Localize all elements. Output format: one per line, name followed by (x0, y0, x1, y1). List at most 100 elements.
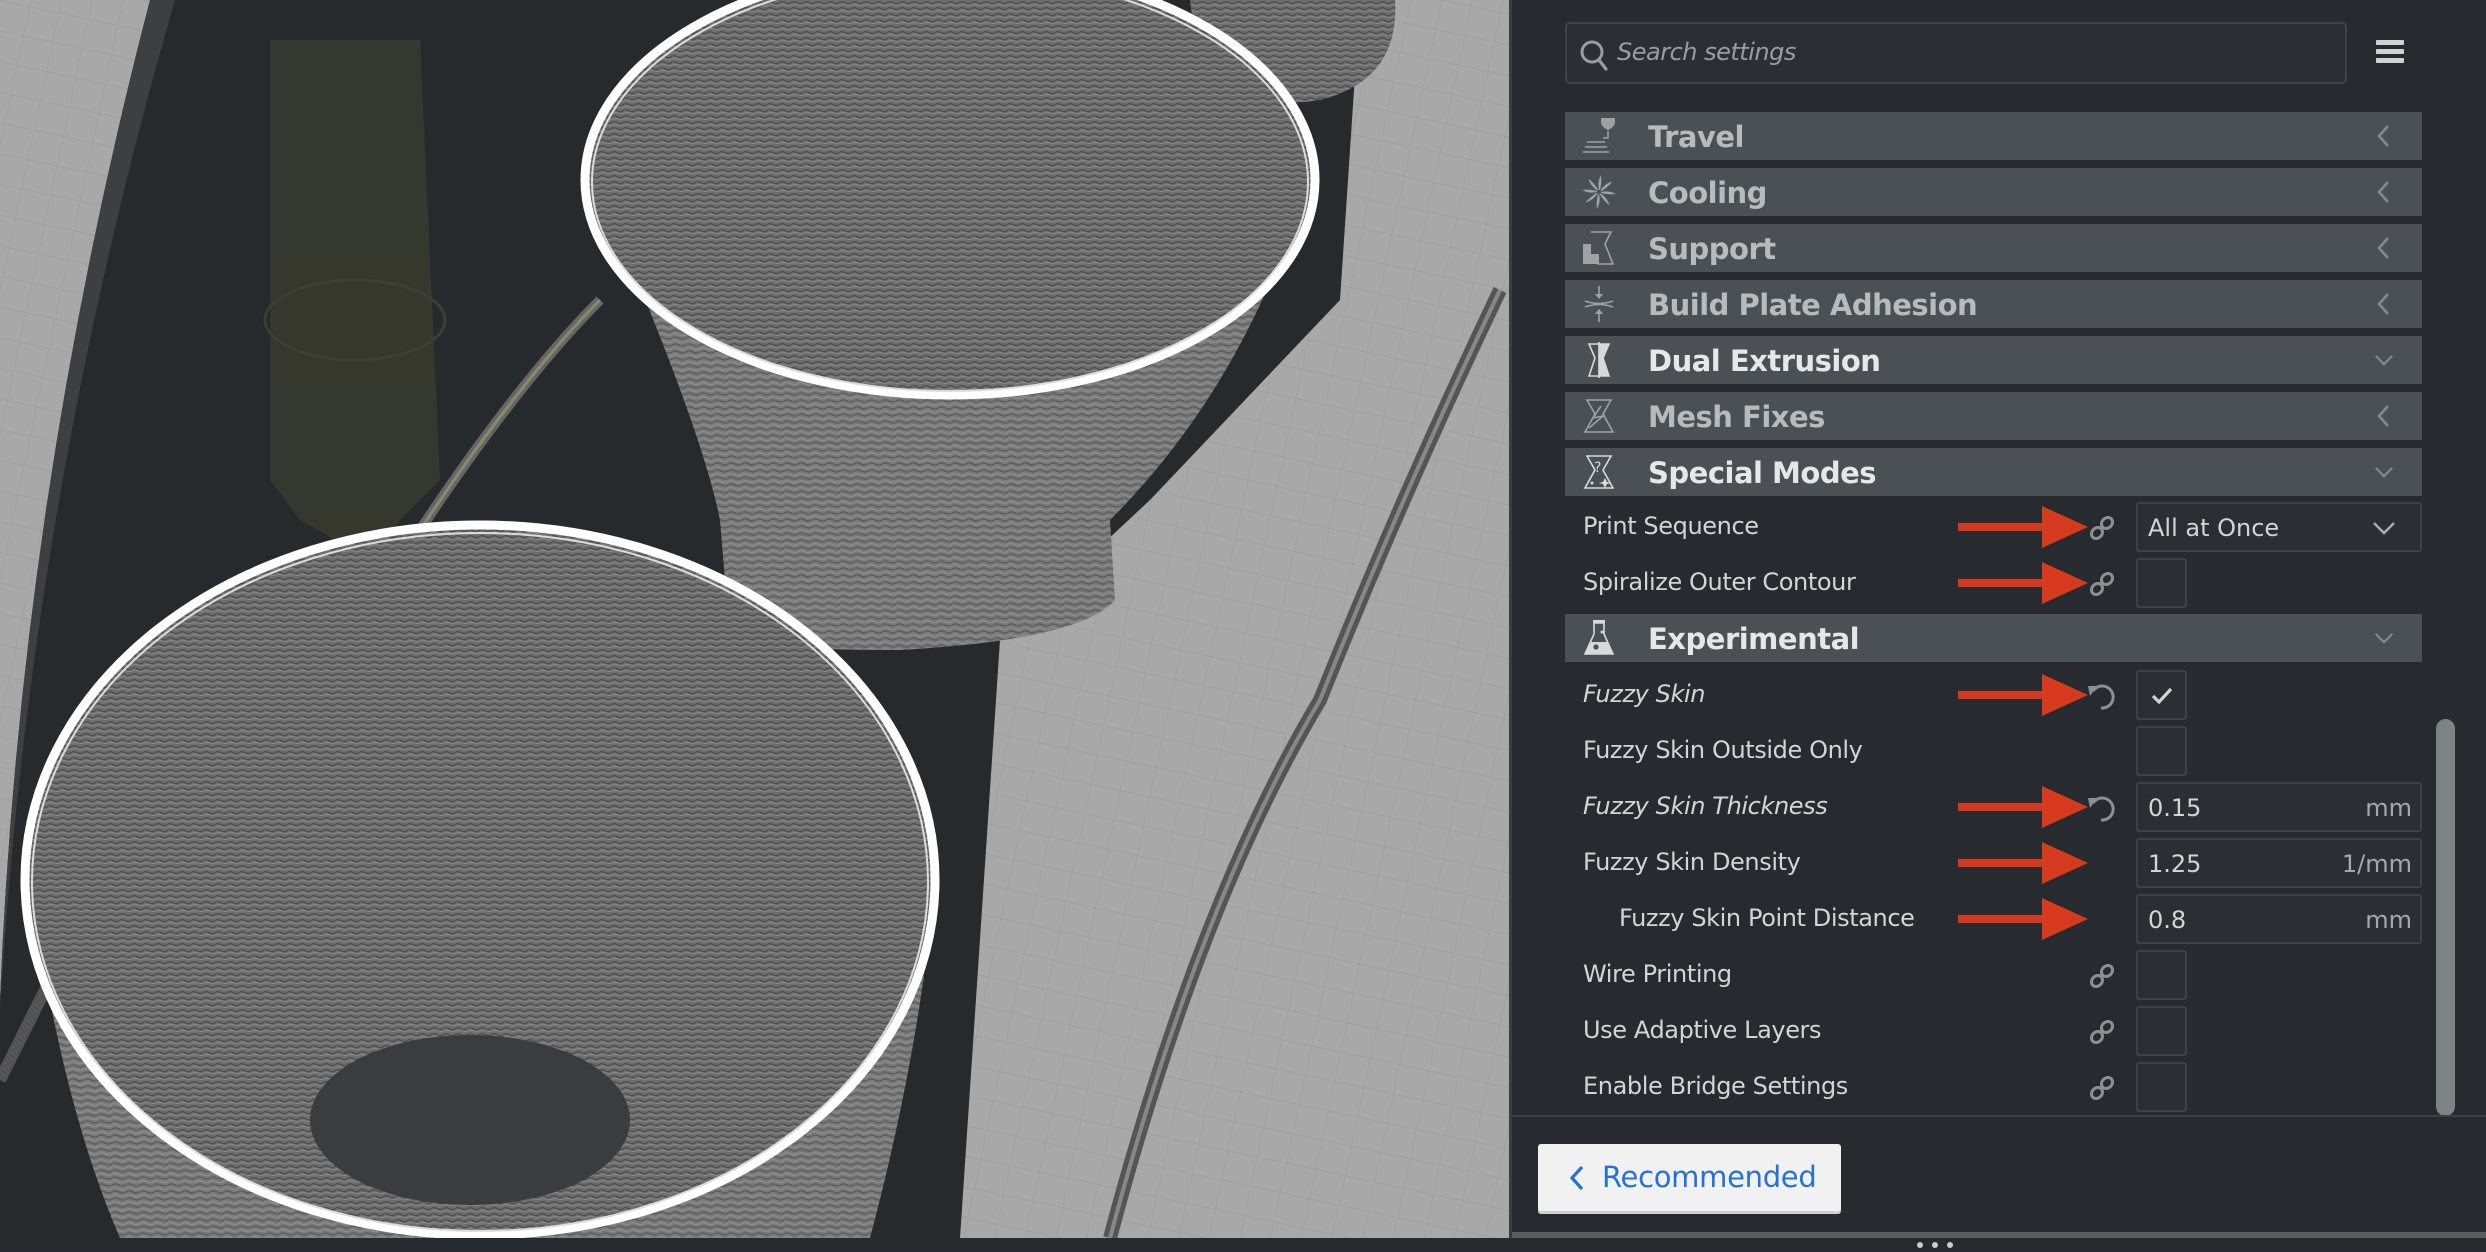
annotation-arrow (1958, 562, 2088, 604)
recommended-label: Recommended (1602, 1160, 1817, 1194)
settings-scrollbar[interactable] (2436, 719, 2455, 1116)
spiralize-checkbox[interactable] (2136, 558, 2187, 608)
support-icon (1583, 231, 1615, 265)
setting-fuzzy-skin: Fuzzy Skin (1565, 670, 2422, 720)
link-icon[interactable] (2087, 569, 2117, 599)
section-title: Travel (1648, 120, 1744, 154)
chevron-down-icon (2373, 522, 2395, 535)
setting-label: Fuzzy Skin Density (1583, 848, 1801, 876)
annotation-arrow (1958, 898, 2088, 940)
setting-print-sequence: Print Sequence All at Once (1565, 502, 2422, 552)
adaptive-layers-checkbox[interactable] (2136, 1006, 2187, 1056)
setting-use-adaptive-layers: Use Adaptive Layers (1565, 1006, 2422, 1056)
fuzzy-outside-only-checkbox[interactable] (2136, 726, 2187, 776)
chevron-down-icon (2374, 633, 2394, 644)
setting-enable-bridge-settings: Enable Bridge Settings (1565, 1062, 2422, 1112)
annotation-arrow (1958, 674, 2088, 716)
reset-icon[interactable] (2087, 681, 2117, 711)
footer-divider (1512, 1115, 2486, 1117)
section-build-plate-adhesion[interactable]: Build Plate Adhesion (1565, 280, 2422, 328)
dropdown-value: All at Once (2148, 514, 2280, 542)
setting-fuzzy-skin-density: Fuzzy Skin Density 1.25 1/mm (1565, 838, 2422, 888)
print-settings-panel: Search settings Travel Cooling Support B… (1509, 0, 2486, 1248)
section-title: Mesh Fixes (1648, 400, 1825, 434)
section-support[interactable]: Support (1565, 224, 2422, 272)
drag-handle-icon[interactable] (1917, 1233, 1977, 1248)
chevron-left-icon (1569, 1165, 1584, 1191)
section-special-modes[interactable]: ? Special Modes (1565, 448, 2422, 496)
adhesion-icon (1584, 286, 1614, 322)
search-settings-input[interactable]: Search settings (1565, 22, 2347, 84)
search-placeholder: Search settings (1617, 38, 1796, 66)
input-unit: 1/mm (2341, 850, 2412, 878)
chevron-left-icon (2377, 125, 2389, 147)
section-title: Build Plate Adhesion (1648, 288, 1978, 322)
input-value: 0.15 (2148, 794, 2202, 822)
setting-label: Wire Printing (1583, 960, 1732, 988)
setting-fuzzy-skin-outside-only: Fuzzy Skin Outside Only (1565, 726, 2422, 776)
setting-label: Spiralize Outer Contour (1583, 568, 1856, 596)
link-icon[interactable] (2087, 513, 2117, 543)
fuzzy-point-distance-input[interactable]: 0.8 mm (2136, 894, 2422, 944)
link-icon[interactable] (2087, 1073, 2117, 1103)
setting-label: Fuzzy Skin (1583, 680, 1706, 708)
setting-spiralize-outer-contour: Spiralize Outer Contour (1565, 558, 2422, 608)
mesh-fixes-icon (1583, 399, 1615, 433)
chevron-down-icon (2374, 467, 2394, 478)
link-icon[interactable] (2087, 961, 2117, 991)
hamburger-line (2376, 58, 2404, 63)
print-sequence-dropdown[interactable]: All at Once (2136, 502, 2422, 552)
viewport-scene (0, 0, 1509, 1238)
setting-fuzzy-skin-thickness: Fuzzy Skin Thickness 0.15 mm (1565, 782, 2422, 832)
section-title: Cooling (1648, 176, 1767, 210)
setting-label: Fuzzy Skin Point Distance (1619, 904, 1915, 932)
chevron-down-icon (2374, 355, 2394, 366)
chevron-left-icon (2377, 293, 2389, 315)
hamburger-menu-icon (2376, 40, 2404, 45)
chevron-left-icon (2377, 405, 2389, 427)
bottom-cup (20, 520, 940, 1238)
setting-label: Print Sequence (1583, 512, 1759, 540)
wire-printing-checkbox[interactable] (2136, 950, 2187, 1000)
link-icon[interactable] (2087, 1017, 2117, 1047)
setting-fuzzy-skin-point-distance: Fuzzy Skin Point Distance 0.8 mm (1565, 894, 2422, 944)
bridge-settings-checkbox[interactable] (2136, 1062, 2187, 1112)
annotation-arrow (1958, 842, 2088, 884)
input-value: 0.8 (2148, 906, 2187, 934)
section-mesh-fixes[interactable]: Mesh Fixes (1565, 392, 2422, 440)
panel-resize-bar[interactable] (1512, 1232, 2486, 1238)
section-title: Special Modes (1648, 456, 1877, 490)
section-experimental[interactable]: Experimental (1565, 614, 2422, 662)
setting-label: Enable Bridge Settings (1583, 1072, 1848, 1100)
setting-label: Fuzzy Skin Thickness (1583, 792, 1828, 820)
special-modes-icon: ? (1583, 455, 1615, 489)
experimental-flask-icon (1583, 620, 1615, 655)
fuzzy-thickness-input[interactable]: 0.15 mm (2136, 782, 2422, 832)
annotation-arrow (1958, 786, 2088, 828)
settings-menu-button[interactable] (2376, 40, 2404, 66)
section-title: Support (1648, 232, 1776, 266)
fan-icon (1582, 175, 1616, 209)
fuzzy-density-input[interactable]: 1.25 1/mm (2136, 838, 2422, 888)
annotation-arrow (1958, 506, 2088, 548)
section-travel[interactable]: Travel (1565, 112, 2422, 160)
input-unit: mm (2365, 906, 2412, 934)
3d-viewport[interactable] (0, 0, 1509, 1238)
section-title: Experimental (1648, 622, 1860, 656)
setting-label: Use Adaptive Layers (1583, 1016, 1822, 1044)
recommended-button[interactable]: Recommended (1538, 1144, 1841, 1211)
setting-wire-printing: Wire Printing (1565, 950, 2422, 1000)
search-icon (1580, 40, 1608, 71)
section-dual-extrusion[interactable]: Dual Extrusion (1565, 336, 2422, 384)
chevron-left-icon (2377, 181, 2389, 203)
setting-label: Fuzzy Skin Outside Only (1583, 736, 1863, 764)
section-cooling[interactable]: Cooling (1565, 168, 2422, 216)
hamburger-line (2376, 49, 2404, 54)
input-value: 1.25 (2148, 850, 2202, 878)
travel-icon (1583, 118, 1615, 153)
reset-icon[interactable] (2087, 793, 2117, 823)
dual-extrusion-icon (1587, 342, 1611, 378)
section-title: Dual Extrusion (1648, 344, 1881, 378)
checkmark-icon (2151, 687, 2173, 705)
fuzzy-skin-checkbox[interactable] (2136, 670, 2187, 720)
